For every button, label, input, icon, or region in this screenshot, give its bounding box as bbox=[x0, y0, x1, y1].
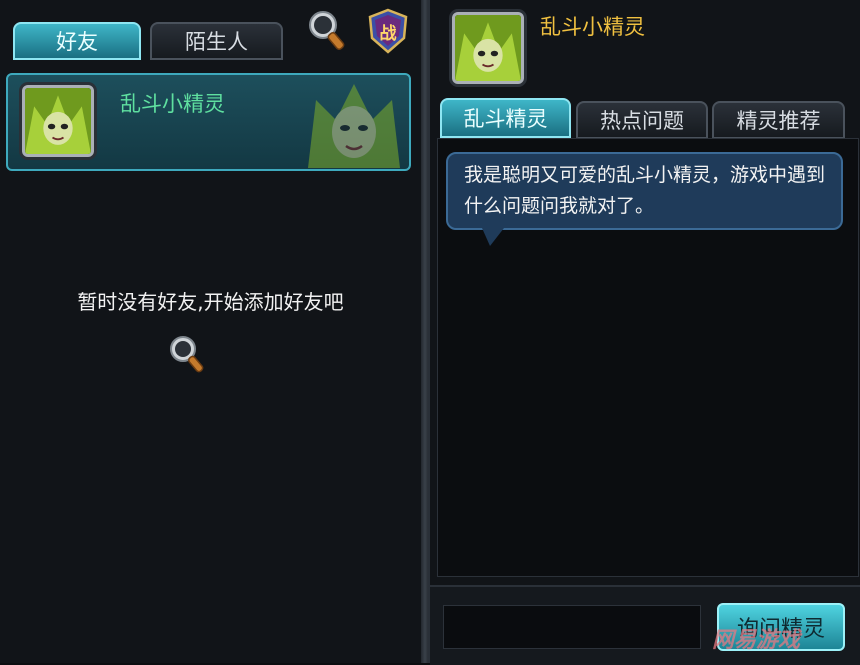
tab-hot-questions[interactable]: 热点问题 bbox=[576, 101, 708, 139]
bubble-tail bbox=[482, 228, 504, 246]
sprite-message-bubble: 我是聪明又可爱的乱斗小精灵，游戏中遇到什么问题问我就对了。 bbox=[446, 152, 843, 230]
tab-sprite-label: 乱斗精灵 bbox=[463, 107, 548, 131]
empty-friends-message: 暂时没有好友,开始添加好友吧 bbox=[77, 290, 344, 314]
sprite-message-text: 我是聪明又可爱的乱斗小精灵，游戏中遇到什么问题问我就对了。 bbox=[464, 164, 826, 217]
tab-sprite[interactable]: 乱斗精灵 bbox=[440, 98, 571, 138]
tab-sprite-recommend[interactable]: 精灵推荐 bbox=[712, 101, 845, 139]
battle-badge-icon[interactable]: 战 bbox=[366, 8, 410, 54]
add-friend-search-icon[interactable] bbox=[166, 333, 212, 379]
tab-hot-questions-label: 热点问题 bbox=[600, 109, 684, 133]
search-friend-icon[interactable] bbox=[305, 8, 353, 54]
chat-partner-name: 乱斗小精灵 bbox=[540, 15, 645, 39]
battle-badge-label: 战 bbox=[379, 24, 397, 44]
tab-friends-label: 好友 bbox=[56, 30, 98, 54]
chat-partner-avatar bbox=[452, 12, 524, 84]
friend-avatar bbox=[22, 85, 94, 157]
tab-sprite-recommend-label: 精灵推荐 bbox=[736, 109, 821, 133]
tab-strangers-label: 陌生人 bbox=[185, 30, 248, 54]
tab-friends[interactable]: 好友 bbox=[13, 22, 141, 60]
question-input[interactable] bbox=[443, 605, 701, 649]
friend-name: 乱斗小精灵 bbox=[120, 92, 225, 116]
tab-strangers[interactable]: 陌生人 bbox=[150, 22, 283, 60]
watermark-logo: 网易游戏 bbox=[712, 628, 801, 653]
friend-portrait-image bbox=[308, 80, 400, 168]
